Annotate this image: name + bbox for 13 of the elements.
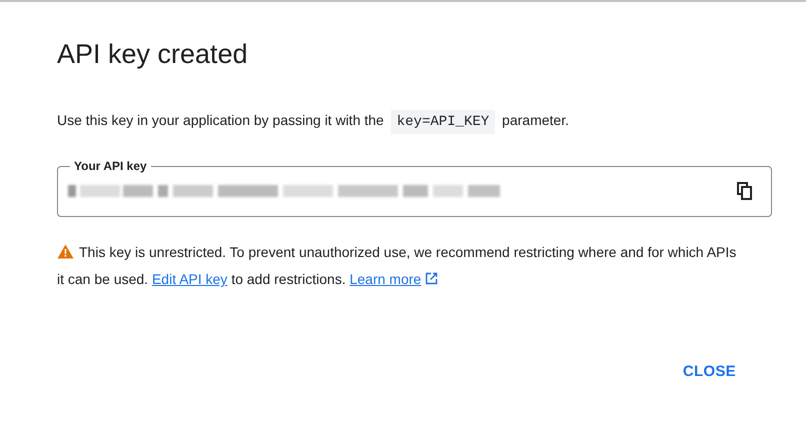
api-key-field[interactable]: Your API key — [57, 158, 772, 218]
code-snippet: key=API_KEY — [390, 110, 496, 134]
close-button[interactable]: CLOSE — [670, 353, 748, 392]
field-label: Your API key — [73, 158, 148, 174]
instruction-text: Use this key in your application by passing it with the key=API_KEY parameter. — [57, 110, 772, 132]
external-link-icon — [425, 272, 438, 286]
warning-icon — [57, 244, 74, 260]
copy-icon — [737, 182, 753, 200]
warning-text: This key is unrestricted. To prevent unauthorized use, we recommend restricting where and for which APIs it can be used. Edit API key to add restrictions. Learn more — [57, 243, 737, 290]
dialog-title: API key created — [57, 38, 249, 70]
learn-more-link[interactable]: Learn more — [350, 271, 438, 288]
edit-api-key-link[interactable]: Edit API key — [152, 271, 228, 288]
copy-button[interactable] — [735, 180, 755, 202]
